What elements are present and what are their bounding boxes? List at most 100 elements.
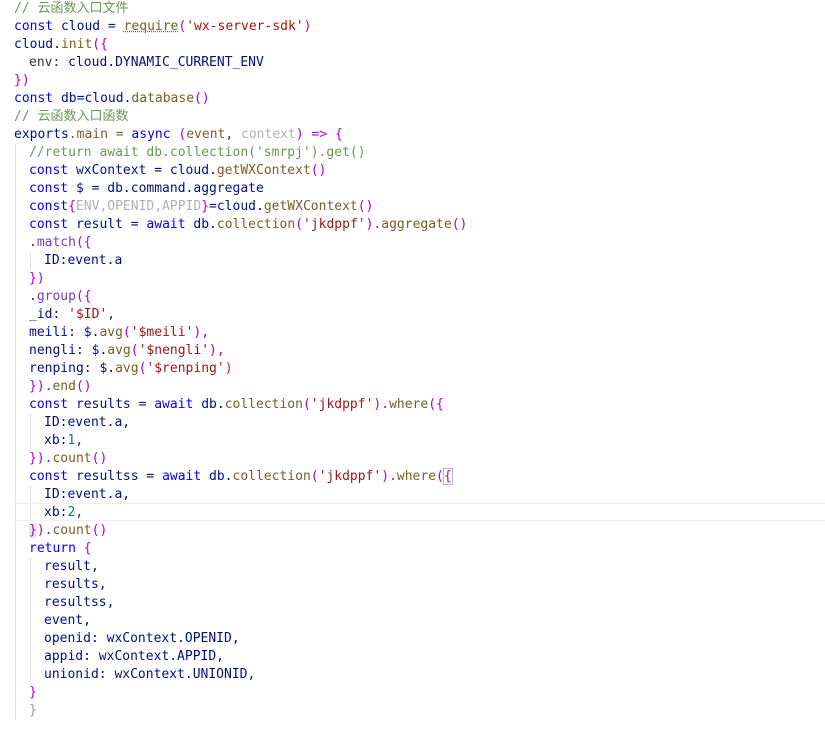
code-token: ), — [209, 343, 225, 358]
code-token: . — [29, 289, 37, 304]
code-line[interactable]: const results = await db.collection('jkd… — [29, 396, 444, 414]
code-token: context — [241, 127, 296, 142]
code-line[interactable]: //return await db.collection('smrpj').ge… — [29, 144, 366, 162]
code-line[interactable]: event, — [44, 612, 91, 630]
code-line[interactable]: openid: wxContext.OPENID, — [44, 630, 240, 648]
code-line[interactable]: appid: wxContext.APPID, — [44, 648, 224, 666]
code-token: $ = db.command.aggregate — [68, 181, 264, 196]
code-line[interactable]: result, — [44, 558, 99, 576]
code-line[interactable]: resultss, — [44, 594, 114, 612]
code-line[interactable]: exports.main = async (event, context) =>… — [14, 126, 343, 144]
code-token: , — [107, 307, 116, 322]
code-token: }). — [29, 379, 53, 394]
code-token: ( — [130, 343, 139, 358]
code-token: resultss = — [68, 469, 163, 484]
code-line[interactable]: ID:event.a, — [44, 486, 130, 504]
code-token: ( — [170, 127, 187, 142]
code-token: } — [29, 703, 37, 718]
code-token: } — [201, 199, 210, 214]
code-token: ({ — [75, 235, 92, 250]
code-line[interactable]: const db=cloud.database() — [14, 90, 210, 108]
code-token: group — [36, 289, 76, 304]
code-token: { — [442, 468, 453, 485]
code-token: await — [146, 217, 186, 232]
code-token: await — [162, 469, 202, 484]
code-line[interactable]: const result = await db.collection('jkdp… — [29, 216, 467, 234]
code-token: } — [29, 685, 37, 700]
code-token: cloud. — [14, 37, 61, 52]
code-line[interactable]: renping: $.avg('$renping') — [29, 360, 233, 378]
code-line[interactable]: return { — [29, 540, 92, 558]
code-token: collection — [232, 469, 311, 484]
code-line[interactable]: xb:2, — [44, 504, 83, 522]
code-token: () — [451, 217, 468, 232]
code-token: }) — [14, 73, 30, 88]
code-line[interactable]: _id: '$ID', — [29, 306, 115, 324]
code-line[interactable]: results, — [44, 576, 107, 594]
code-token: ( — [310, 469, 319, 484]
code-token: () — [310, 163, 327, 178]
code-token: wxContext = cloud. — [68, 163, 217, 178]
code-line[interactable]: }).end() — [29, 378, 92, 396]
code-line[interactable]: // 云函数入口函数 — [14, 108, 128, 126]
code-token: }). — [29, 451, 53, 466]
code-token: () — [75, 379, 92, 394]
code-line[interactable]: const resultss = await db.collection('jk… — [29, 468, 453, 486]
code-token: return — [29, 541, 76, 556]
code-line[interactable]: } — [29, 702, 37, 720]
code-token: result, — [44, 559, 99, 574]
code-line[interactable]: .match({ — [29, 234, 92, 252]
code-token: aggregate — [381, 217, 452, 232]
code-token: ID:event.a — [44, 253, 123, 268]
code-line[interactable]: const $ = db.command.aggregate — [29, 180, 264, 198]
code-line[interactable]: env: cloud.DYNAMIC_CURRENT_ENV — [29, 54, 264, 72]
code-token: xb: — [44, 505, 68, 520]
code-token: where — [396, 469, 437, 484]
code-token: meili: $. — [29, 325, 100, 340]
code-token: 'wx-server-sdk' — [186, 19, 304, 34]
code-token: avg — [99, 325, 123, 340]
code-line[interactable]: cloud.init({ — [14, 36, 108, 54]
code-line[interactable]: }) — [29, 270, 45, 288]
code-line[interactable]: meili: $.avg('$meili'), — [29, 324, 209, 342]
code-token: where — [389, 397, 429, 412]
code-token: const — [14, 91, 54, 106]
code-token: resultss, — [44, 595, 115, 610]
code-token: ({ — [92, 37, 108, 52]
code-token: const — [29, 163, 69, 178]
indent-guide — [15, 144, 16, 720]
code-token: init — [60, 37, 93, 52]
code-line[interactable]: xb:1, — [44, 432, 83, 450]
code-token: const — [29, 217, 69, 232]
code-token: }) — [29, 271, 45, 286]
code-token: avg — [115, 361, 139, 376]
code-line[interactable]: const{ENV,OPENID,APPID}=cloud.getWXConte… — [29, 198, 373, 216]
code-token: _id: — [29, 307, 69, 322]
code-token: getWXContext — [263, 199, 358, 214]
code-line[interactable]: }) — [14, 72, 30, 90]
code-line[interactable]: .group({ — [29, 288, 92, 306]
code-token: () — [91, 523, 108, 538]
code-token: end — [52, 379, 76, 394]
code-line[interactable]: } — [29, 684, 37, 702]
code-line[interactable]: const cloud = require('wx-server-sdk') — [14, 18, 311, 36]
code-token: const — [14, 19, 54, 34]
code-line[interactable]: // 云函数入口文件 — [14, 0, 128, 18]
code-line[interactable]: ID:event.a — [44, 252, 122, 270]
code-token: avg — [107, 343, 131, 358]
code-line[interactable]: }).count() — [29, 450, 107, 468]
code-line[interactable]: nengli: $.avg('$nengli'), — [29, 342, 225, 360]
code-editor[interactable]: // 云函数入口文件 const cloud = require('wx-serv… — [0, 0, 825, 745]
code-line[interactable]: }).count() — [29, 522, 107, 540]
code-line[interactable]: unionid: wxContext.UNIONID, — [44, 666, 255, 684]
code-line[interactable]: ID:event.a, — [44, 414, 130, 432]
code-token: ( — [436, 469, 444, 484]
code-token: database — [131, 91, 195, 106]
code-token: , — [75, 505, 84, 520]
code-token: renping: $. — [29, 361, 116, 376]
code-line[interactable]: const wxContext = cloud.getWXContext() — [29, 162, 326, 180]
code-token: getWXContext — [216, 163, 311, 178]
code-token: , — [225, 127, 242, 142]
code-token: cloud = — [53, 19, 124, 34]
code-token: //return await db.collection('smrpj').ge… — [29, 145, 366, 160]
